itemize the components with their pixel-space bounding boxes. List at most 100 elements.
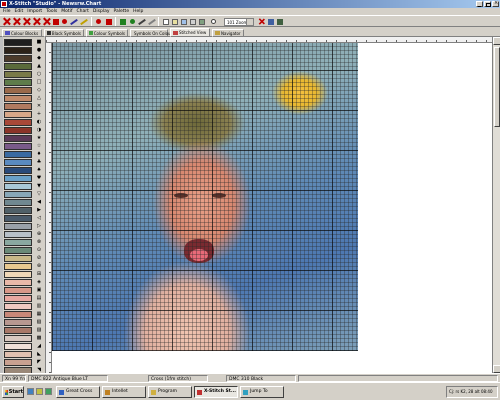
palette-swatch[interactable] [4, 143, 32, 150]
palette-swatch[interactable] [4, 335, 32, 342]
palette-swatch[interactable] [4, 39, 32, 46]
palette-symbol[interactable]: ◢ [34, 343, 44, 350]
chart-canvas[interactable] [52, 43, 492, 373]
zoom-icon[interactable] [211, 19, 216, 24]
palette-swatch[interactable] [4, 175, 32, 182]
palette-swatch[interactable] [4, 135, 32, 142]
line-tool-icon[interactable] [138, 18, 146, 26]
eraser-tool-icon[interactable] [148, 18, 156, 26]
menu-chart[interactable]: Chart [77, 9, 89, 14]
palette-symbol[interactable]: ⊕ [34, 231, 44, 238]
palette-symbol[interactable]: ▷ [34, 223, 44, 230]
palette-symbol[interactable]: ▤ [34, 295, 44, 302]
palette-symbol[interactable]: ▲ [34, 63, 44, 70]
palette-symbol[interactable]: ▥ [34, 303, 44, 310]
palette-swatch[interactable] [4, 319, 32, 326]
palette-symbol[interactable]: ◆ [34, 55, 44, 62]
palette-swatch[interactable] [4, 263, 32, 270]
scroll-thumb[interactable] [494, 47, 500, 127]
grid-toggle-icon[interactable] [163, 19, 169, 25]
zoom-select[interactable]: 101 Zoom [224, 18, 254, 26]
palette-swatch[interactable] [4, 167, 32, 174]
palette-swatch[interactable] [4, 103, 32, 110]
palette-swatch[interactable] [4, 231, 32, 238]
stitched-chart-image[interactable] [52, 43, 358, 351]
cross-stitch-tool-icon[interactable] [3, 18, 10, 25]
palette-swatch[interactable] [4, 63, 32, 70]
palette-symbol[interactable]: ○ [34, 71, 44, 78]
quicklaunch-ie-icon[interactable] [27, 388, 34, 395]
palette-symbol[interactable]: ◀ [34, 199, 44, 206]
palette-symbol[interactable]: ★ [34, 135, 44, 142]
palette-swatch[interactable] [4, 255, 32, 262]
minimize-button[interactable] [476, 1, 483, 7]
palette-symbol[interactable]: ☆ [34, 143, 44, 150]
menu-edit[interactable]: Edit [15, 9, 24, 14]
palette-swatch[interactable] [4, 311, 32, 318]
vertical-scrollbar[interactable] [492, 37, 500, 373]
palette-swatch[interactable] [4, 303, 32, 310]
palette-symbol[interactable]: ▨ [34, 327, 44, 334]
palette-symbol[interactable]: ▣ [34, 287, 44, 294]
palette-symbol[interactable]: ⊙ [34, 247, 44, 254]
palette-swatch[interactable] [4, 327, 32, 334]
palette-symbol[interactable]: ◐ [34, 119, 44, 126]
palette-symbol[interactable]: ♠ [34, 167, 44, 174]
menu-palette[interactable]: Palette [114, 9, 130, 14]
palette-symbol[interactable]: ◤ [34, 359, 44, 366]
palette-swatch[interactable] [4, 191, 32, 198]
taskbar-item-jump-to[interactable]: Jump To [240, 386, 284, 398]
backstitch-tool-icon[interactable] [70, 18, 78, 26]
menu-help[interactable]: Help [133, 9, 143, 14]
preview-toggle-icon[interactable] [181, 19, 187, 25]
zoom-in-icon[interactable] [277, 19, 283, 25]
palette-symbol[interactable]: ✕ [34, 103, 44, 110]
tab-colour-blocks[interactable]: Colour Blocks [2, 29, 42, 37]
close-button[interactable] [492, 0, 499, 7]
page-icon[interactable] [190, 19, 196, 25]
tab-colour-symbols[interactable]: Colour Symbols [86, 29, 128, 37]
palette-swatch[interactable] [4, 159, 32, 166]
taskbar-item-program[interactable]: Program [148, 386, 192, 398]
palette-symbol[interactable]: ▼ [34, 183, 44, 190]
palette-swatch[interactable] [4, 271, 32, 278]
palette-swatch[interactable] [4, 87, 32, 94]
bead-tool-icon[interactable] [62, 19, 67, 24]
palette-symbol[interactable]: ● [34, 47, 44, 54]
palette-symbol[interactable]: ◁ [34, 215, 44, 222]
palette-swatch[interactable] [4, 127, 32, 134]
palette-symbol[interactable]: △ [34, 95, 44, 102]
palette-symbol[interactable]: ◣ [34, 351, 44, 358]
palette-swatch[interactable] [4, 151, 32, 158]
quicklaunch-desktop-icon[interactable] [36, 388, 43, 395]
palette-swatch[interactable] [4, 295, 32, 302]
palette-swatch[interactable] [4, 287, 32, 294]
palette-swatch[interactable] [4, 111, 32, 118]
palette-symbol[interactable]: ◇ [34, 87, 44, 94]
menu-import[interactable]: Import [27, 9, 42, 14]
palette-symbol[interactable]: ■ [34, 39, 44, 46]
palette-symbol[interactable]: ▶ [34, 207, 44, 214]
french-knot-tool-icon[interactable] [96, 19, 101, 24]
circle-tool-icon[interactable] [130, 19, 135, 24]
symbol-toggle-icon[interactable] [172, 19, 178, 25]
palette-symbol[interactable]: ◑ [34, 127, 44, 134]
layers-icon[interactable] [199, 19, 205, 25]
palette-symbol[interactable]: ⊗ [34, 239, 44, 246]
maximize-button[interactable] [484, 1, 491, 7]
select-tool-icon[interactable] [120, 19, 126, 25]
petite-stitch-tool-icon[interactable] [43, 18, 50, 25]
palette-symbol[interactable]: ▧ [34, 319, 44, 326]
palette-symbol[interactable]: ♦ [34, 151, 44, 158]
palette-symbol[interactable]: ⊞ [34, 271, 44, 278]
app-icon[interactable] [1, 1, 7, 7]
long-stitch-tool-icon[interactable] [80, 18, 88, 26]
tab-symbols-on-colour[interactable]: Symbols On Colour [130, 29, 172, 37]
palette-swatch[interactable] [4, 55, 32, 62]
palette-swatch[interactable] [4, 183, 32, 190]
palette-swatch[interactable] [4, 119, 32, 126]
palette-swatch[interactable] [4, 359, 32, 366]
palette-swatch[interactable] [4, 279, 32, 286]
taskbar-item-x-stitch[interactable]: X-Stitch St... [194, 386, 238, 398]
scroll-up-button[interactable] [493, 37, 500, 45]
